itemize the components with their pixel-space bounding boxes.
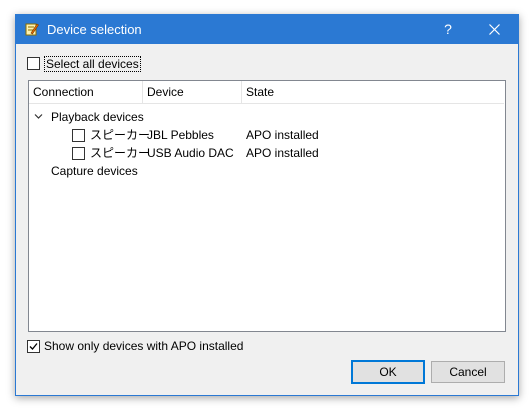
ok-button[interactable]: OK xyxy=(351,360,425,384)
state-cell: APO installed xyxy=(246,128,319,142)
select-all-box[interactable] xyxy=(27,57,40,70)
title-bar[interactable]: Device selection ? xyxy=(16,15,518,44)
group-label-capture: Capture devices xyxy=(51,164,138,178)
close-icon xyxy=(488,24,500,35)
device-checkbox[interactable] xyxy=(72,147,85,160)
close-button[interactable] xyxy=(472,15,516,44)
column-header-device[interactable]: Device xyxy=(143,81,242,104)
device-list[interactable]: Connection Device State Playback devices… xyxy=(28,80,506,332)
device-checkbox[interactable] xyxy=(72,129,85,142)
connection-cell: スピーカー xyxy=(90,146,151,160)
state-cell: APO installed xyxy=(246,146,319,160)
show-only-box[interactable] xyxy=(27,340,40,353)
device-cell: JBL Pebbles xyxy=(147,128,214,142)
group-label-playback: Playback devices xyxy=(51,110,144,124)
device-cell: USB Audio DAC xyxy=(147,146,234,160)
notepad-icon xyxy=(25,22,39,36)
show-only-label[interactable]: Show only devices with APO installed xyxy=(44,340,243,353)
window-title: Device selection xyxy=(47,22,142,37)
group-row-playback[interactable]: Playback devices xyxy=(29,108,499,126)
group-row-capture[interactable]: Capture devices xyxy=(29,162,499,180)
table-row[interactable]: スピーカー JBL Pebbles APO installed xyxy=(29,126,499,144)
table-row[interactable]: スピーカー USB Audio DAC APO installed xyxy=(29,144,499,162)
select-all-label[interactable]: Select all devices xyxy=(44,56,141,72)
column-header-state[interactable]: State xyxy=(242,81,504,104)
connection-cell: スピーカー xyxy=(90,128,151,142)
device-selection-dialog: Device selection ? Select all devices Co… xyxy=(15,14,519,396)
chevron-down-icon[interactable] xyxy=(34,112,43,121)
help-button[interactable]: ? xyxy=(426,15,470,44)
column-header-connection[interactable]: Connection xyxy=(29,81,143,104)
checkmark-icon xyxy=(29,343,38,350)
cancel-button[interactable]: Cancel xyxy=(431,361,505,383)
